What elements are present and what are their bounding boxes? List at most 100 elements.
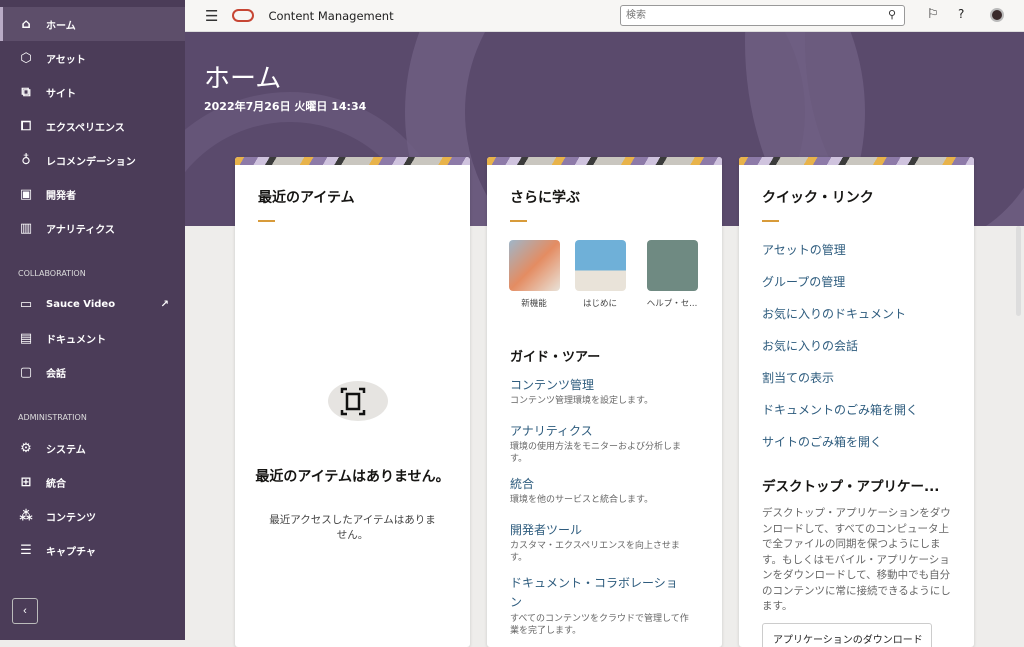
empty-title: 最近のアイテムはありません。 [255,469,450,485]
code-icon: ▣ [19,186,33,202]
sidebar-item[interactable]: ☰ キャプチャ [0,533,185,567]
page-date: 2022年7月26日 火曜日 14:34 [204,100,367,113]
recent-items-card: 最近のアイテム 最近のアイテムはありません。 最近アクセスしたアイテムはありませ… [235,157,470,647]
avatar[interactable] [990,8,1004,22]
top-bar: ☰ Content Management ⚲ ⚐ ? [185,0,1024,32]
integration-icon: ⊞ [20,474,32,490]
quick-link[interactable]: ドキュメントのごみ箱を開く [762,401,918,418]
sidebar-item[interactable]: ⁂ コンテンツ [0,499,185,533]
guide-desc: 環境を他のサービスと統合します。 [510,495,654,505]
sidebar-item[interactable]: ⚙ システム [0,431,185,465]
sidebar-item[interactable]: ⧠ エクスペリエンス [0,109,185,143]
sidebar-item-label: サイト [46,88,76,100]
collapse-sidebar-button[interactable]: ‹ [12,598,38,624]
sidebar-item[interactable]: ⌂ ホーム [0,7,185,41]
sidebar-item[interactable]: ⬡ アセット [0,41,185,75]
external-link-icon[interactable]: ↗ [161,299,169,310]
guide-desc: すべてのコンテンツをクラウドで管理して作業を完了します。 [510,614,689,636]
sidebar-item[interactable]: ⊞ 統合 [0,465,185,499]
thumb-caption[interactable]: 新機能 [499,297,569,309]
hamburger-menu-icon[interactable]: ☰ [205,7,218,25]
thumb-caption[interactable]: ヘルプ・セ... [637,297,707,309]
experience-icon: ⧠ [20,118,32,134]
guide-desc: コンテンツ管理環境を設定します。 [510,396,654,406]
card-title: さらに学ぶ [510,190,580,206]
sidebar-item[interactable]: ▥ アナリティクス [0,211,185,245]
help-icon[interactable]: ? [958,7,964,21]
sidebar-item[interactable]: ▣ 開発者 [0,177,185,211]
title-underline [258,220,275,222]
guide-tour-title: ガイド・ツアー [510,350,601,365]
document-icon: ▤ [19,330,33,346]
download-app-button[interactable]: アプリケーションのダウンロード [762,623,932,647]
cube-icon: ⬡ [20,50,32,66]
chevron-left-icon: ‹ [23,605,27,617]
section-label: COLLABORATION [18,269,86,278]
learn-more-card: さらに学ぶ 新機能 はじめに ヘルプ・セ... ガイド・ツアー コンテンツ管理 … [487,157,722,647]
home-icon: ⌂ [21,16,31,32]
empty-focus-icon [328,381,388,421]
search-icon[interactable]: ⚲ [888,8,896,21]
sidebar-item-label: システム [46,444,86,456]
quick-link[interactable]: サイトのごみ箱を開く [762,433,882,450]
card-stripe [487,157,722,165]
quick-link[interactable]: お気に入りの会話 [762,337,858,354]
sidebar-item-label: アセット [46,54,86,66]
sidebar-item-label: 開発者 [46,190,76,202]
page-title: ホーム [204,64,282,94]
gear-icon: ⚙ [20,440,32,456]
scrollbar[interactable] [1016,226,1021,316]
guide-desc: 環境の使用方法をモニターおよび分析します。 [510,442,682,464]
sidebar-item-label: ホーム [46,20,76,32]
video-icon: ▭ [19,296,33,312]
quick-links-card: クイック・リンク アセットの管理 グループの管理お気に入りのドキュメント お気に入り… [739,157,974,647]
flag-icon[interactable]: ⚐ [927,7,939,22]
capture-icon: ☰ [20,542,32,558]
empty-description: 最近アクセスしたアイテムはありません。 [269,514,436,541]
sidebar-item[interactable]: ▢ 会話 [0,355,185,389]
thumb-caption[interactable]: はじめに [565,297,635,309]
guide-link[interactable]: コンテンツ管理 [510,376,705,395]
quick-link[interactable]: 割当ての表示 [762,369,834,386]
sidebar-item-label: ドキュメント [46,334,106,346]
card-title: 最近のアイテム [258,190,355,206]
quick-link[interactable]: アセットの管理 [762,241,846,258]
guide-link[interactable]: ドキュメント・コラボレーション [510,574,682,612]
sidebar-item-label: 会話 [46,368,66,380]
section-label: ADMINISTRATION [18,413,87,422]
guide-link[interactable]: 開発者ツール [510,521,705,540]
quick-link[interactable]: グループの管理 [762,273,845,290]
card-stripe [739,157,974,165]
card-stripe [235,157,470,165]
sidebar-item[interactable]: ▤ ドキュメント [0,321,185,355]
sidebar-item[interactable]: ▭ Sauce Video ↗ [0,287,185,321]
sidebar-item[interactable]: ⧉ サイト [0,75,185,109]
guide-desc: カスタマ・エクスペリエンスを向上させます。 [510,541,680,563]
sidebar-item-label: アナリティクス [46,224,115,236]
quick-link[interactable]: お気に入りのドキュメント [762,305,906,322]
lightbulb-icon: ♁ [21,152,31,168]
sidebar-item-label: Sauce Video [46,298,116,310]
desktop-app-desc: デスクトップ・アプリケーションをダウンロードして、すべてのコンピュータ上で全ファ… [762,507,951,612]
guide-link[interactable]: アナリティクス [510,422,705,441]
app-title: Content Management [268,8,394,23]
title-underline [762,220,779,222]
sidebar: ⌂ ホーム ⬡ アセット ⧉ サイト ⧠ エクスペリエンス ♁ レコメンデーション ▣ 開発者 ▥ アナリ… [0,0,185,640]
card-title: クイック・リンク [762,190,874,206]
sidebar-item-label: エクスペリエンス [46,122,125,134]
site-icon: ⧉ [21,84,31,100]
sidebar-item-label: 統合 [46,478,66,490]
title-underline [510,220,527,222]
content-icon: ⁂ [19,508,33,524]
whats-new-thumbnail[interactable] [509,240,560,291]
guide-link[interactable]: 統合 [510,475,705,494]
search-input[interactable] [620,5,905,26]
conversation-icon: ▢ [19,364,33,380]
oracle-logo [232,9,255,22]
getting-started-thumbnail[interactable] [575,240,626,291]
sidebar-item-label: レコメンデーション [46,156,136,168]
help-thumbnail[interactable] [647,240,698,291]
desktop-app-title: デスクトップ・アプリケー... [762,479,940,495]
chart-icon: ▥ [19,220,33,236]
sidebar-item[interactable]: ♁ レコメンデーション [0,143,185,177]
